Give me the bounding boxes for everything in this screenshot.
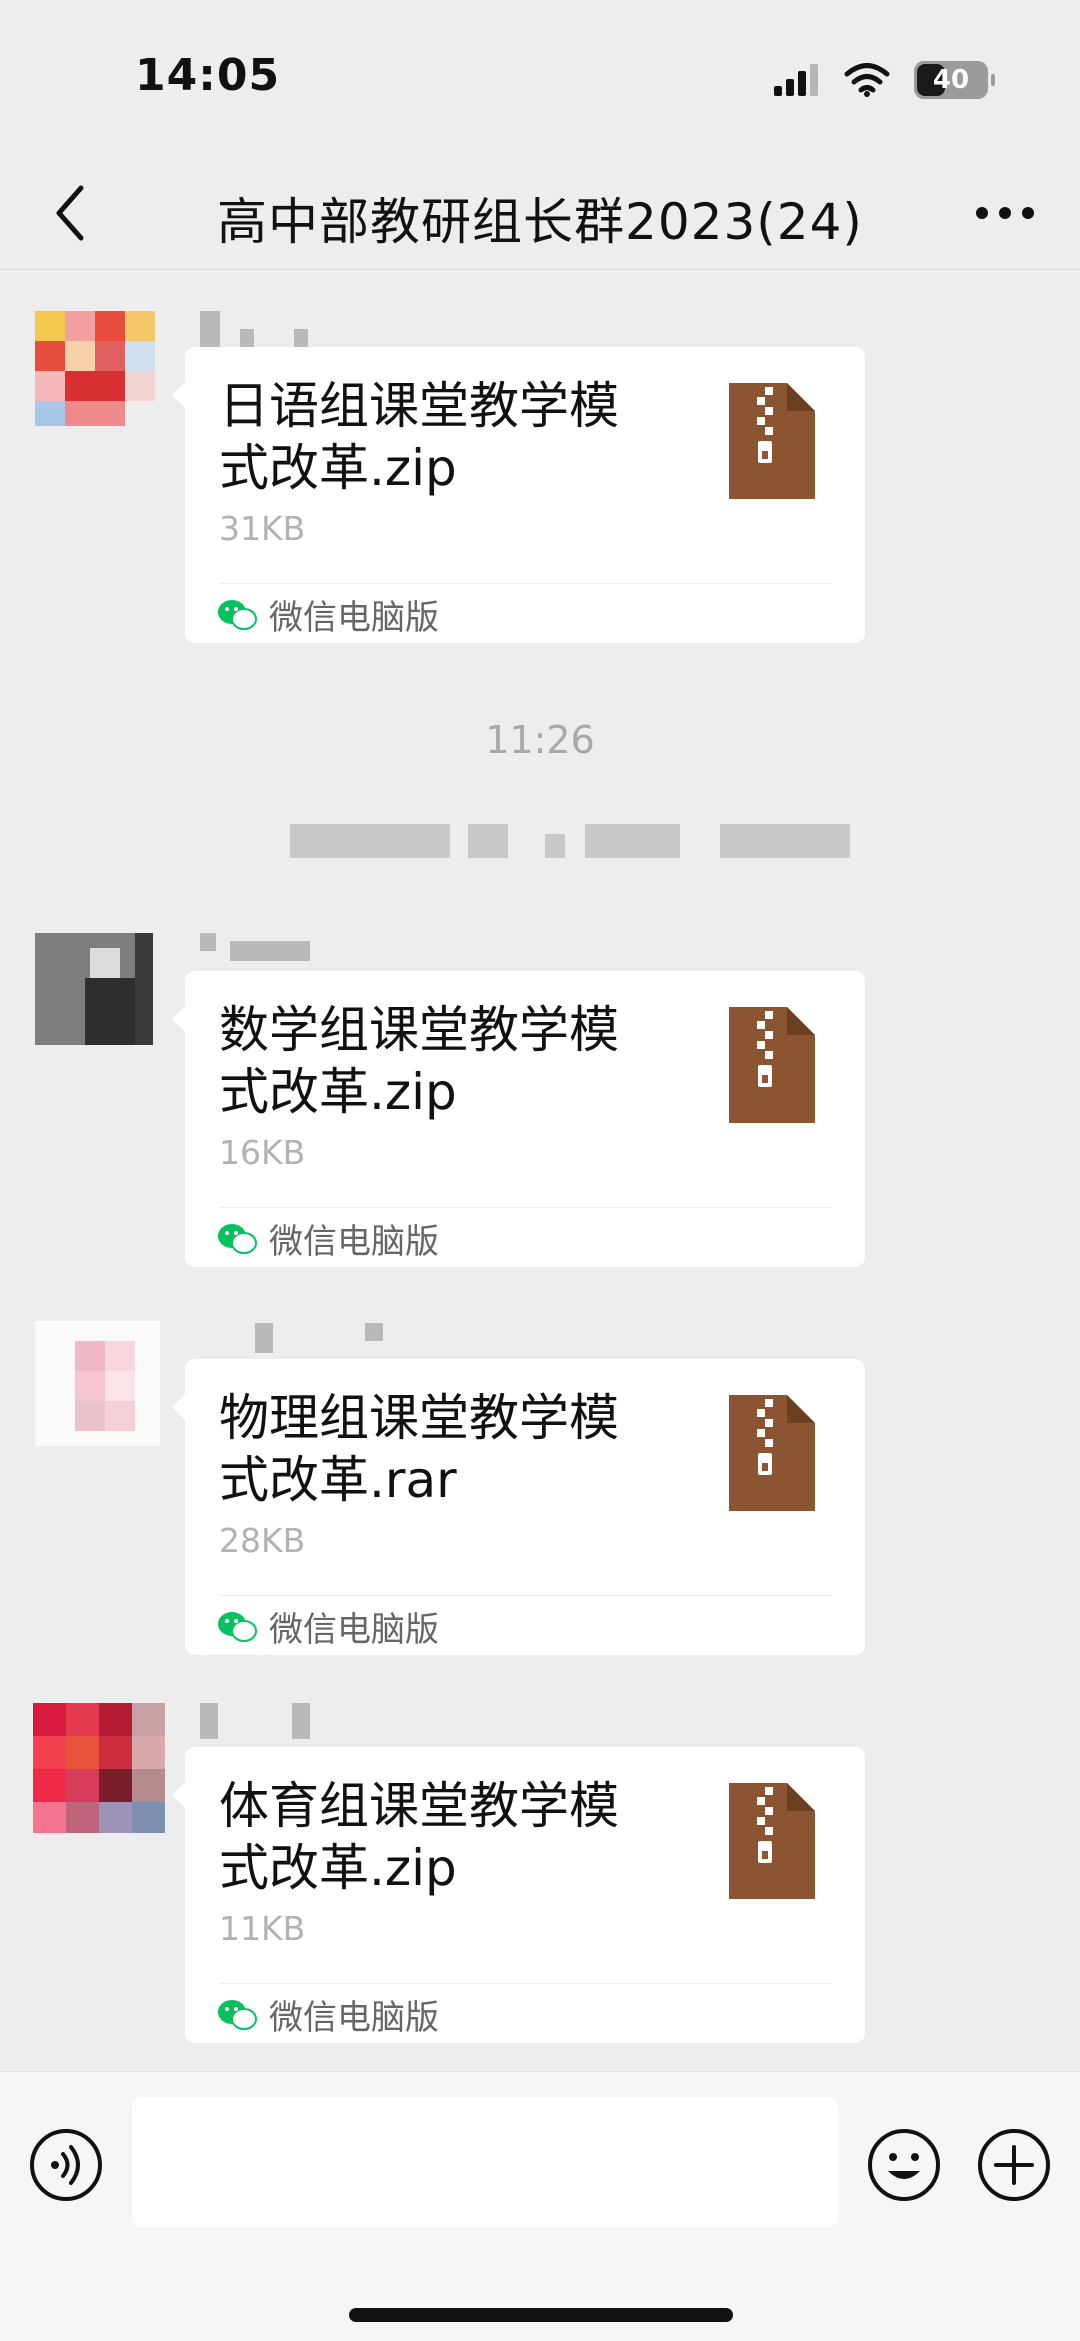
system-notice-redacted	[290, 819, 850, 863]
timestamp: 11:26	[485, 718, 595, 762]
file-size: 31KB	[219, 509, 306, 548]
zip-archive-icon	[729, 1783, 815, 1899]
source-label: 微信电脑版	[269, 1998, 439, 2038]
chat-title: 高中部教研组长群2023(24)	[217, 193, 863, 251]
wechat-icon	[218, 1611, 257, 1642]
sender-name-redacted	[200, 1703, 310, 1739]
avatar[interactable]	[35, 311, 165, 426]
file-message[interactable]: 数学组课堂教学模式改革.zip 16KB 微信电脑版	[172, 971, 865, 1267]
sender-name-redacted	[200, 311, 310, 347]
message-list[interactable]: 日语组课堂教学模式改革.zip 31KB 微信电脑版 11:26 数学组课堂教学…	[0, 271, 1080, 2071]
zip-archive-icon	[729, 1395, 815, 1511]
message-input[interactable]	[132, 2097, 838, 2227]
wifi-icon	[844, 63, 890, 97]
divider	[219, 1595, 831, 1596]
divider	[219, 1207, 831, 1208]
file-name: 物理组课堂教学模式改革.rar	[219, 1389, 619, 1509]
input-bar	[0, 2071, 1080, 2341]
wechat-icon	[218, 599, 257, 630]
battery-icon: 40	[914, 61, 995, 99]
voice-icon[interactable]	[28, 2127, 104, 2203]
file-size: 28KB	[219, 1521, 306, 1560]
battery-level: 40	[932, 65, 970, 95]
file-message[interactable]: 日语组课堂教学模式改革.zip 31KB 微信电脑版	[172, 347, 865, 643]
file-size: 16KB	[219, 1133, 306, 1172]
message-source: 微信电脑版	[217, 590, 439, 639]
divider	[219, 583, 831, 584]
chat-header: 高中部教研组长群2023(24)	[0, 160, 1080, 270]
avatar[interactable]	[33, 1703, 165, 1833]
file-size: 11KB	[219, 1909, 306, 1948]
source-label: 微信电脑版	[269, 1222, 439, 1262]
more-horizontal-icon	[976, 207, 1034, 219]
status-icons: 40	[774, 58, 995, 102]
file-message[interactable]: 物理组课堂教学模式改革.rar 28KB 微信电脑版	[172, 1359, 865, 1655]
message-source: 微信电脑版	[217, 1602, 439, 1651]
divider	[219, 1983, 831, 1984]
more-button[interactable]	[960, 178, 1050, 248]
message-source: 微信电脑版	[217, 1214, 439, 1263]
emoji-icon[interactable]	[866, 2127, 942, 2203]
source-label: 微信电脑版	[269, 598, 439, 638]
status-time: 14:05	[135, 50, 281, 101]
avatar[interactable]	[35, 1321, 160, 1446]
file-name: 数学组课堂教学模式改革.zip	[219, 1001, 619, 1121]
file-name: 体育组课堂教学模式改革.zip	[219, 1777, 619, 1897]
file-message[interactable]: 体育组课堂教学模式改革.zip 11KB 微信电脑版	[172, 1747, 865, 2043]
wechat-icon	[218, 1223, 257, 1254]
zip-archive-icon	[729, 1007, 815, 1123]
zip-archive-icon	[729, 383, 815, 499]
signal-icon	[774, 64, 818, 96]
home-indicator	[349, 2308, 733, 2322]
plus-circle-icon[interactable]	[976, 2127, 1052, 2203]
sender-name-redacted	[200, 933, 310, 969]
source-label: 微信电脑版	[269, 1610, 439, 1650]
status-bar: 14:05 40	[0, 0, 1080, 160]
avatar[interactable]	[35, 933, 153, 1045]
wechat-icon	[218, 1999, 257, 2030]
sender-name-redacted	[255, 1315, 383, 1353]
message-source: 微信电脑版	[217, 1990, 439, 2039]
file-name: 日语组课堂教学模式改革.zip	[219, 377, 619, 497]
